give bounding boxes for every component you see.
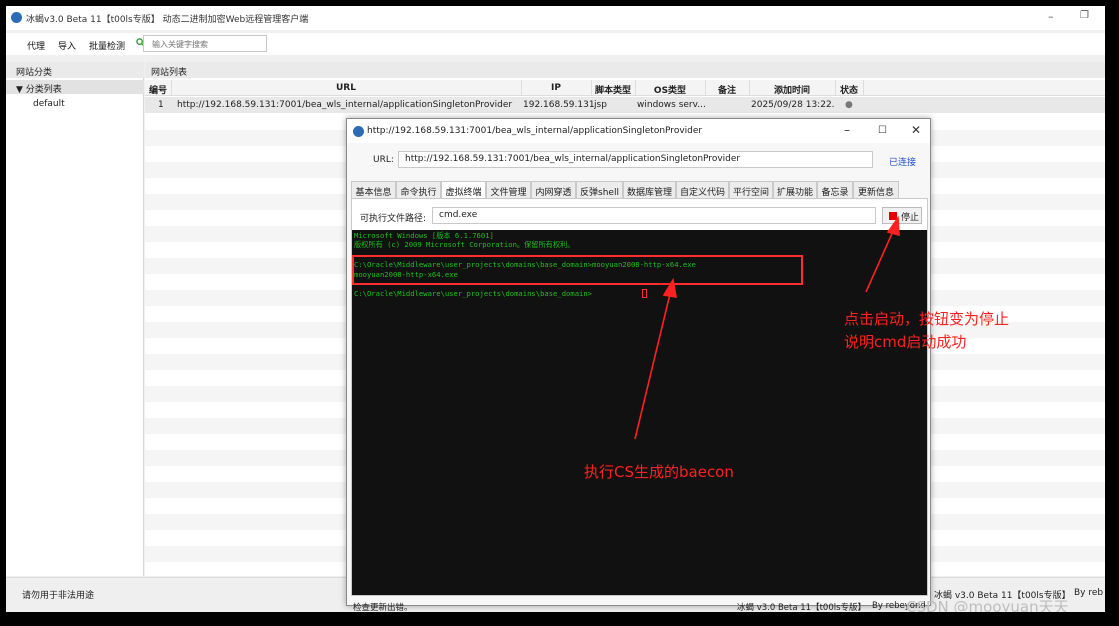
annotation-arrow-stop: [865, 228, 895, 293]
annotation-note-command: 执行CS生成的baecon: [584, 463, 734, 481]
annotation-note-stop-line1: 点击启动，按钮变为停止: [844, 310, 1010, 328]
screenshot-frame: 冰蝎v3.0 Beta 11【t00ls专版】 动态二进制加密Web远程管理客户…: [0, 0, 1119, 626]
annotation-note-stop-line2: 说明cmd启动成功: [844, 333, 967, 351]
annotation-arrowhead-stop: [886, 215, 900, 237]
main-window: 冰蝎v3.0 Beta 11【t00ls专版】 动态二进制加密Web远程管理客户…: [6, 6, 1105, 612]
annotation-arrowhead-command: [662, 277, 677, 298]
csdn-watermark: CSDN @mooyuan天天: [906, 598, 1069, 616]
annotation-arrow-command: [634, 293, 671, 440]
